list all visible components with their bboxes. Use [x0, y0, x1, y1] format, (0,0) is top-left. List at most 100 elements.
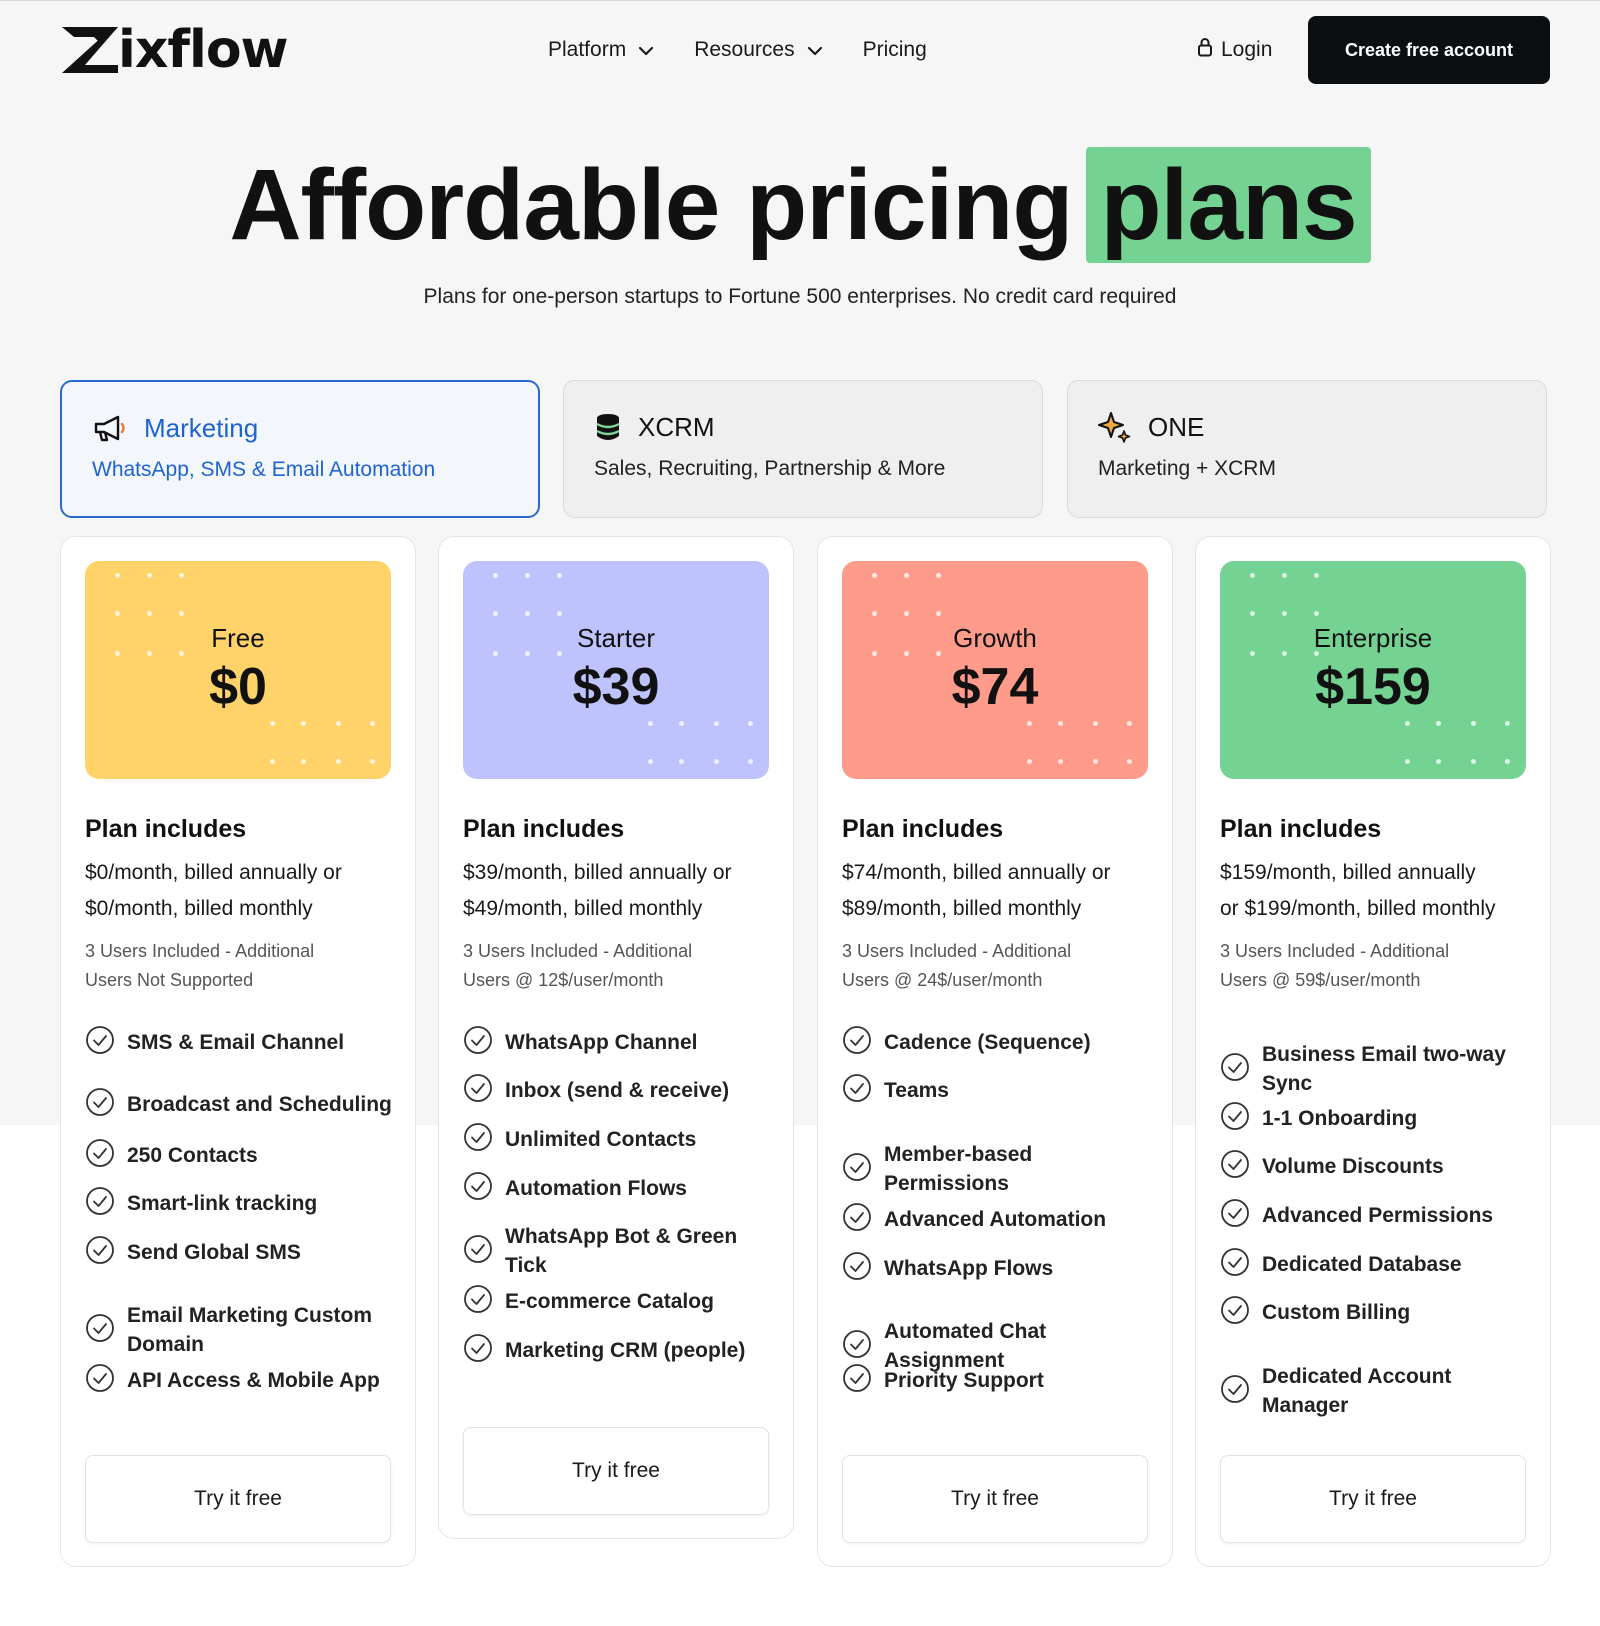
feature-item: Priority Support [842, 1363, 1154, 1398]
users-note-line: 3 Users Included - Additional [85, 941, 315, 961]
decorative-dot [270, 759, 275, 764]
feature-item: Member-based Permissions [842, 1140, 1154, 1198]
feature-item: Business Email two-way Sync [1220, 1040, 1532, 1098]
product-tab-one[interactable]: ONE Marketing + XCRM [1067, 380, 1547, 518]
feature-label: Dedicated Account Manager [1262, 1365, 1452, 1417]
decorative-dot [1027, 759, 1032, 764]
nav-platform-label: Platform [548, 38, 627, 61]
plan-header: Free $0 [85, 561, 391, 779]
try-free-button[interactable]: Try it free [463, 1427, 769, 1515]
create-account-button[interactable]: Create free account [1308, 16, 1550, 84]
check-circle-icon [842, 1202, 872, 1237]
decorative-dot [1471, 759, 1476, 764]
feature-item: Teams [842, 1073, 1154, 1108]
decorative-dot [1471, 721, 1476, 726]
decorative-dot [1058, 759, 1063, 764]
main-nav: Platform Resources Pricing [548, 30, 967, 70]
logo-wordmark: ixflow [118, 20, 289, 80]
try-free-button[interactable]: Try it free [85, 1455, 391, 1543]
decorative-dot [1127, 721, 1132, 726]
plan-users-note: 3 Users Included - Additional Users @ 59$… [1220, 937, 1510, 995]
decorative-dot [679, 759, 684, 764]
decorative-dot [147, 611, 152, 616]
feature-item: Marketing CRM (people) [463, 1333, 775, 1368]
check-circle-icon [463, 1333, 493, 1368]
plan-card-enterprise: Enterprise $159 Plan includes $159/month, b… [1195, 536, 1551, 1567]
nav-pricing[interactable]: Pricing [863, 38, 927, 62]
plan-header: Enterprise $159 [1220, 561, 1526, 779]
megaphone-icon [94, 415, 125, 442]
try-free-button[interactable]: Try it free [842, 1455, 1148, 1543]
check-circle-icon [463, 1171, 493, 1206]
decorative-dot [1505, 721, 1510, 726]
check-circle-icon [85, 1025, 115, 1060]
decorative-dot [1127, 759, 1132, 764]
feature-item: Inbox (send & receive) [463, 1073, 775, 1108]
login-link[interactable]: Login [1197, 30, 1272, 70]
product-tab-marketing-title: Marketing [144, 412, 259, 443]
users-note-line: Users Not Supported [85, 970, 254, 990]
check-circle-icon [842, 1073, 872, 1108]
decorative-dot [714, 721, 719, 726]
check-circle-icon [85, 1087, 115, 1122]
check-circle-icon [463, 1073, 493, 1108]
plan-header: Starter $39 [463, 561, 769, 779]
users-note-line: Users @ 59$/user/month [1220, 970, 1421, 990]
nav-resources[interactable]: Resources [694, 38, 822, 62]
feature-label: 250 Contacts [127, 1143, 258, 1167]
product-tab-marketing-desc: WhatsApp, SMS & Email Automation [92, 458, 436, 481]
feature-item: WhatsApp Bot & Green Tick [463, 1222, 775, 1280]
login-label: Login [1221, 38, 1273, 61]
check-circle-icon [85, 1186, 115, 1221]
feature-item: SMS & Email Channel [85, 1025, 397, 1060]
check-circle-icon [842, 1363, 872, 1398]
feature-label: Cadence (Sequence) [884, 1030, 1091, 1054]
nav-platform[interactable]: Platform [548, 38, 654, 62]
decorative-dot [336, 759, 341, 764]
plan-card-free: Free $0 Plan includes $0/month, billed annu… [60, 536, 416, 1567]
decorative-dot [1405, 759, 1410, 764]
decorative-dot [1314, 611, 1319, 616]
decorative-dot [748, 721, 753, 726]
feature-item: 250 Contacts [85, 1138, 397, 1173]
nav-pricing-label: Pricing [862, 38, 927, 61]
product-tab-marketing[interactable]: Marketing WhatsApp, SMS & Email Automati… [60, 380, 540, 518]
decorative-dot [557, 573, 562, 578]
product-tab-xcrm-title: XCRM [638, 411, 715, 442]
feature-item: Volume Discounts [1220, 1149, 1532, 1181]
feature-item: Broadcast and Scheduling [85, 1075, 397, 1133]
decorative-dot [179, 573, 184, 578]
feature-label: WhatsApp Channel [505, 1030, 698, 1054]
decorative-dot [1436, 721, 1441, 726]
check-circle-icon [842, 1152, 872, 1187]
logo[interactable]: ixflow [60, 20, 289, 80]
check-circle-icon [85, 1138, 115, 1173]
check-circle-icon [85, 1363, 115, 1398]
decorative-dot [1093, 759, 1098, 764]
check-circle-icon [1220, 1295, 1250, 1330]
decorative-dot [493, 611, 498, 616]
feature-item: Smart-link tracking [85, 1186, 397, 1221]
feature-label: Member-based Permissions [884, 1143, 1033, 1195]
feature-label: Advanced Automation [884, 1207, 1107, 1231]
decorative-dot [1027, 721, 1032, 726]
feature-item: 1-1 Onboarding [1220, 1101, 1532, 1133]
users-note-line: 3 Users Included - Additional [463, 941, 693, 961]
feature-label: Custom Billing [1262, 1300, 1411, 1324]
check-circle-icon [463, 1284, 493, 1319]
feature-item: WhatsApp Channel [463, 1025, 775, 1057]
feature-label: SMS & Email Channel [127, 1030, 345, 1054]
feature-item: Advanced Automation [842, 1202, 1154, 1237]
check-circle-icon [85, 1313, 115, 1348]
decorative-dot [370, 759, 375, 764]
plan-name: Free [211, 623, 265, 653]
decorative-dot [525, 611, 530, 616]
product-tab-xcrm[interactable]: XCRM Sales, Recruiting, Partnership & Mo… [563, 380, 1043, 518]
try-free-button[interactable]: Try it free [1220, 1455, 1526, 1543]
page-title-text: Affordable pricing [229, 149, 1073, 261]
product-tab-one-title: ONE [1148, 411, 1205, 442]
feature-label: Marketing CRM (people) [505, 1338, 746, 1362]
feature-label: Volume Discounts [1262, 1154, 1444, 1178]
nav-resources-label: Resources [694, 38, 795, 61]
decorative-dot [1405, 721, 1410, 726]
